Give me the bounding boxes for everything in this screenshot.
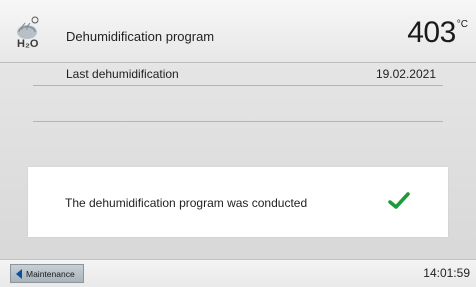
checkmark-icon [388,192,410,209]
last-dehumidification-label: Last dehumidification [66,67,179,81]
back-button[interactable]: Maintenance [10,264,84,283]
status-message-box: The dehumidification program was conduct… [28,167,448,237]
footer-bar: Maintenance 14:01:59 [0,259,476,287]
arrow-left-icon [16,268,22,279]
empty-row [33,99,443,122]
temperature-unit: °C [456,19,468,30]
clock-time: 14:01:59 [423,266,470,280]
header-bar: H₂O Dehumidification program 403 °C [0,0,476,63]
temperature-display: 403 °C [407,16,468,50]
status-message-text: The dehumidification program was conduct… [65,196,308,210]
temperature-value: 403 [407,16,456,49]
back-button-label: Maintenance [26,268,75,279]
content-area: Last dehumidification 19.02.2021 The deh… [0,63,476,259]
dehumidification-icon: H₂O [17,16,39,49]
page-title: Dehumidification program [66,29,215,44]
last-dehumidification-row: Last dehumidification 19.02.2021 [33,63,443,86]
last-dehumidification-date: 19.02.2021 [375,67,436,81]
svg-text:H₂O: H₂O [17,38,39,49]
